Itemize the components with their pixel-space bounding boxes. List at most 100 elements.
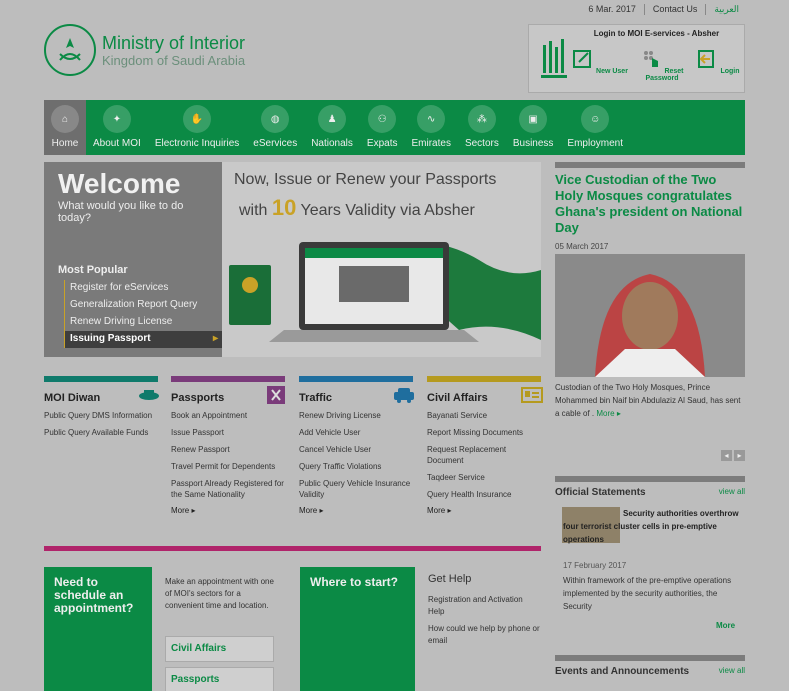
network-icon: ⁂: [467, 105, 496, 133]
more-link[interactable]: More ▸: [427, 506, 541, 515]
login-label: Login: [720, 68, 740, 75]
banner-line-2: with 10 Years Validity via Absher: [239, 195, 475, 220]
nav-about[interactable]: ✦ About MOI: [86, 100, 148, 155]
most-popular-heading: Most Popular: [58, 264, 128, 276]
news-pager: ◂ ▸: [721, 450, 745, 461]
column-link[interactable]: Renew Driving License: [299, 410, 413, 421]
column-link[interactable]: Issue Passport: [171, 427, 285, 438]
team-icon: ☺: [581, 105, 610, 133]
view-all-link[interactable]: view all: [719, 666, 745, 677]
new-user-label: New User: [596, 68, 628, 75]
more-link[interactable]: More ▸: [299, 506, 413, 515]
section-rule: [555, 476, 745, 482]
nav-nationals[interactable]: ♟ Nationals: [304, 100, 360, 155]
section-rule: [555, 655, 745, 661]
contact-link[interactable]: Contact Us: [645, 4, 707, 15]
chevron-right-icon: ▸: [616, 409, 621, 418]
nav-employment[interactable]: ☺ Employment: [560, 100, 630, 155]
arabic-link[interactable]: العربية: [706, 4, 747, 15]
news-caption: Custodian of the Two Holy Mosques, Princ…: [555, 383, 741, 418]
person-icon: ♟: [318, 105, 347, 133]
calligraphy-icon: ∿: [417, 105, 446, 133]
logo-subtitle: Kingdom of Saudi Arabia: [102, 52, 246, 68]
column-link[interactable]: Taqdeer Service: [427, 472, 541, 483]
prev-arrow-icon[interactable]: ◂: [721, 450, 732, 461]
column-link[interactable]: Renew Passport: [171, 444, 285, 455]
more-link[interactable]: More ▸: [171, 506, 285, 515]
appointment-civil-affairs-button[interactable]: Civil Affairs: [165, 636, 274, 662]
column-link[interactable]: Travel Permit for Dependents: [171, 461, 285, 472]
hat-icon: [139, 390, 159, 400]
column-link[interactable]: Bayanati Service: [427, 410, 541, 421]
nav-eservices[interactable]: ◍ eServices: [246, 100, 304, 155]
nav-electronic-inquiries[interactable]: ✋ Electronic Inquiries: [148, 100, 246, 155]
popular-item[interactable]: Renew Driving License: [64, 314, 222, 331]
nav-sectors[interactable]: ⁂ Sectors: [458, 100, 506, 155]
column-link[interactable]: Report Missing Documents: [427, 427, 541, 438]
reset-password-button[interactable]: Reset Password: [631, 49, 693, 82]
section-title: Events and Announcements: [555, 666, 690, 677]
help-link[interactable]: How could we help by phone or email: [428, 623, 540, 647]
column-link[interactable]: Public Query Available Funds: [44, 427, 158, 438]
laptop-passport-illustration: [229, 242, 541, 342]
login-box: Login to MOI E-services - Absher New Use…: [528, 24, 745, 93]
traffic-column: Traffic Renew Driving License Add Vehicl…: [299, 376, 414, 515]
portrait-image: [555, 254, 745, 377]
login-icon: [698, 50, 715, 68]
login-title: Login to MOI E-services - Absher: [593, 29, 720, 38]
login-button[interactable]: Login: [687, 49, 749, 75]
statement-more-link[interactable]: More: [716, 621, 735, 630]
new-user-button[interactable]: New User: [569, 49, 631, 75]
column-link[interactable]: Add Vehicle User: [299, 427, 413, 438]
nav-home[interactable]: ⌂ Home: [44, 100, 86, 155]
absher-logo-icon: [541, 39, 567, 78]
column-bar: [171, 376, 285, 382]
news-headline[interactable]: Vice Custodian of the Two Holy Mosques c…: [555, 172, 745, 236]
nav-expats[interactable]: ⚇ Expats: [360, 100, 405, 155]
briefcase-icon: ▣: [519, 105, 548, 133]
column-link[interactable]: Query Traffic Violations: [299, 461, 413, 472]
site-logo[interactable]: Ministry of Interior Kingdom of Saudi Ar…: [44, 24, 245, 76]
banner-line-1: Now, Issue or Renew your Passports: [234, 171, 497, 188]
column-link[interactable]: Request Replacement Document: [427, 444, 541, 466]
get-help-section: Get Help Registration and Activation Hel…: [428, 573, 540, 652]
column-link[interactable]: Query Health Insurance: [427, 489, 541, 500]
column-link[interactable]: Cancel Vehicle User: [299, 444, 413, 455]
statement-title[interactable]: Security authorities overthrow four terr…: [563, 507, 743, 546]
column-link[interactable]: Public Query DMS Information: [44, 410, 158, 421]
column-bar: [427, 376, 541, 382]
passport-icon: [267, 386, 285, 404]
moi-diwan-column: MOI Diwan Public Query DMS Information P…: [44, 376, 159, 444]
id-card-icon: [521, 387, 543, 403]
most-popular-list: Register for eServices Generalization Re…: [64, 280, 222, 348]
hero-banner[interactable]: Welcome What would you like to do today?…: [44, 162, 541, 357]
civil-affairs-column: Civil Affairs Bayanati Service Report Mi…: [427, 376, 543, 515]
home-icon: ⌂: [51, 105, 79, 133]
news-more-link[interactable]: More: [596, 409, 614, 418]
popular-item-selected[interactable]: Issuing Passport ▸: [64, 331, 222, 348]
where-to-start-panel[interactable]: Where to start?: [300, 567, 415, 691]
help-link[interactable]: Registration and Activation Help: [428, 594, 540, 618]
welcome-question: What would you like to do today?: [58, 200, 184, 224]
inquiry-icon: ✋: [183, 105, 212, 133]
view-all-link[interactable]: view all: [719, 487, 745, 498]
appointment-panel[interactable]: Need to schedule an appointment?: [44, 567, 152, 691]
date-label: 6 Mar. 2017: [580, 4, 645, 15]
column-link[interactable]: Passport Already Registered for the Same…: [171, 478, 285, 500]
events-header: Events and Announcements view all: [555, 655, 745, 677]
nav-business[interactable]: ▣ Business: [506, 100, 561, 155]
edit-user-icon: [573, 50, 592, 68]
statement-date: 17 February 2017: [563, 561, 627, 570]
next-arrow-icon[interactable]: ▸: [734, 450, 745, 461]
popular-item[interactable]: Generalization Report Query: [64, 297, 222, 314]
car-icon: [394, 388, 414, 403]
column-link[interactable]: Public Query Vehicle Insurance Validity: [299, 478, 413, 500]
welcome-panel: Welcome What would you like to do today?…: [44, 162, 222, 357]
appointment-passports-button[interactable]: Passports: [165, 667, 274, 691]
column-link[interactable]: Book an Appointment: [171, 410, 285, 421]
news-photo[interactable]: [555, 254, 745, 377]
emblem-icon: ✦: [102, 105, 131, 133]
top-utility-bar: 6 Mar. 2017 Contact Us العربية: [580, 4, 747, 15]
popular-item[interactable]: Register for eServices: [64, 280, 222, 297]
nav-emirates[interactable]: ∿ Emirates: [404, 100, 457, 155]
